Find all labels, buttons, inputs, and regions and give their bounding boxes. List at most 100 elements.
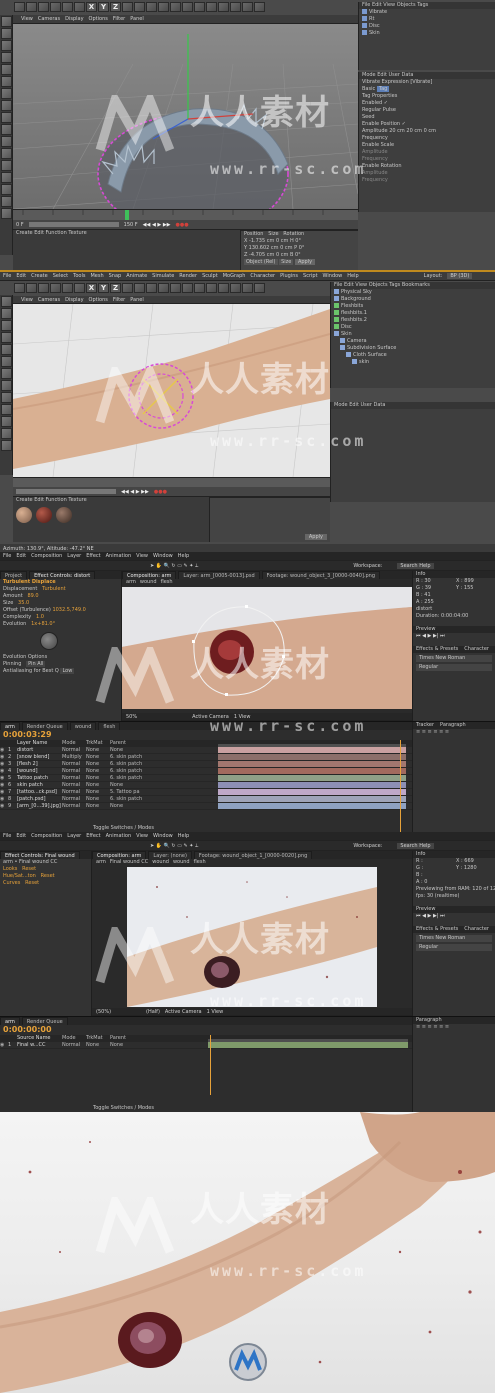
reset-link[interactable]: Reset: [22, 866, 36, 872]
tool-icon[interactable]: [1, 64, 12, 75]
evolution-options[interactable]: Evolution Options: [0, 654, 121, 661]
menu-animation[interactable]: Animation: [106, 833, 132, 839]
layer-name[interactable]: [flesh 2]: [14, 761, 62, 767]
scale-icon[interactable]: [62, 2, 73, 12]
layer-parent-dropdown[interactable]: 6. skin patch: [110, 768, 150, 774]
amplitude-y[interactable]: 20 cm: [406, 128, 422, 134]
frame-slider[interactable]: [16, 489, 116, 494]
attribute-row[interactable]: Enable Scale: [359, 142, 495, 149]
menu-plugins[interactable]: Plugins: [280, 273, 298, 279]
tool-icon[interactable]: [1, 124, 12, 135]
tool-icon[interactable]: [1, 52, 12, 63]
layer-parent-dropdown[interactable]: None: [110, 1042, 150, 1048]
scale-icon[interactable]: [62, 283, 73, 293]
layer-name[interactable]: [tattoo...ck.psd]: [14, 789, 62, 795]
effect-row[interactable]: Curves Reset: [0, 880, 91, 887]
layer-duration-bar[interactable]: [218, 754, 406, 760]
axis-z-button[interactable]: Z: [110, 2, 121, 12]
visibility-eye-icon[interactable]: ◉: [0, 754, 8, 760]
object-row[interactable]: Disc: [359, 23, 495, 30]
crumb[interactable]: Final wound CC: [110, 859, 148, 866]
tab-arm[interactable]: arm: [0, 722, 20, 730]
om-menu-objects[interactable]: Objects: [397, 2, 416, 8]
undo-icon[interactable]: [14, 283, 25, 293]
menu-sculpt[interactable]: Sculpt: [202, 273, 218, 279]
effect-prop[interactable]: Complexity 1.0: [0, 614, 121, 621]
tool-icons[interactable]: ➤ ✋ 🔍 ↻ ▭ ✎ ✦ ⟂: [150, 843, 198, 849]
effect-prop[interactable]: Offset (Turbulence) 1032.5,749.0: [0, 607, 121, 614]
menu-help[interactable]: Help: [178, 553, 189, 559]
tool-icon[interactable]: [1, 356, 12, 367]
cube-icon[interactable]: [170, 283, 181, 293]
info-panel-title[interactable]: Info: [413, 851, 495, 858]
reset-link[interactable]: Reset: [25, 880, 39, 886]
attribute-row[interactable]: Frequency: [359, 156, 495, 163]
effect-prop[interactable]: Size 35.0: [0, 600, 121, 607]
play-controls[interactable]: ◀◀ ◀ ▶ ▶▶: [121, 489, 149, 495]
menu-file[interactable]: File: [3, 273, 11, 279]
axis-y-button[interactable]: Y: [98, 2, 109, 12]
crumb[interactable]: wound: [140, 579, 157, 586]
tab-footage[interactable]: Footage: wound_object_1_[0000-0020].png: [193, 851, 313, 859]
tool-icon[interactable]: [1, 428, 12, 439]
character-tab[interactable]: Character: [461, 646, 489, 653]
object-row[interactable]: Disc: [331, 324, 495, 331]
om-menu-objects[interactable]: Objects: [369, 282, 388, 288]
menu-render[interactable]: Render: [179, 273, 197, 279]
align-buttons[interactable]: ≡ ≡ ≡ ≡ ≡ ≡: [413, 729, 495, 736]
tool-icon[interactable]: [1, 184, 12, 195]
floor-icon[interactable]: [230, 2, 241, 12]
layer-name[interactable]: Final w...CC: [14, 1042, 62, 1048]
camera-icon[interactable]: [242, 2, 253, 12]
deformer-icon[interactable]: [218, 2, 229, 12]
tool-icons[interactable]: ➤ ✋ 🔍 ↻ ▭ ✎ ✦ ⟂: [150, 563, 198, 569]
layer-trkmat-dropdown[interactable]: None: [86, 754, 110, 760]
timeline-ruler[interactable]: [13, 477, 330, 487]
tab-arm[interactable]: arm: [0, 1017, 20, 1025]
mat-menu-texture[interactable]: Texture: [68, 497, 86, 503]
paragraph-tab[interactable]: Paragraph: [437, 722, 466, 729]
toggle-switches-modes[interactable]: Toggle Switches / Modes: [90, 1105, 154, 1112]
tab-layer[interactable]: Layer: arm_[0005-0013].psd: [178, 571, 260, 579]
layer-duration-bar[interactable]: [218, 796, 406, 802]
layer-mode-dropdown[interactable]: Normal: [62, 761, 86, 767]
move-icon[interactable]: [50, 283, 61, 293]
move-icon[interactable]: [50, 2, 61, 12]
layer-name[interactable]: skin patch: [14, 782, 62, 788]
menu-layer[interactable]: Layer: [67, 833, 81, 839]
frame-slider[interactable]: [28, 222, 119, 227]
layer-duration-bar[interactable]: [218, 747, 406, 753]
apply-button[interactable]: Apply: [294, 259, 316, 265]
attribute-row[interactable]: Seed: [359, 114, 495, 121]
tab-effect-controls[interactable]: Effect Controls: Final wound: [0, 851, 80, 859]
tool-icon[interactable]: [1, 148, 12, 159]
tool-icon[interactable]: [1, 76, 12, 87]
object-row[interactable]: skin: [331, 359, 495, 366]
menu-file[interactable]: File: [3, 833, 11, 839]
om-menu-edit[interactable]: Edit: [344, 282, 354, 288]
om-menu-tags[interactable]: Tags: [417, 2, 428, 8]
layer-duration-bar[interactable]: [208, 1042, 408, 1048]
attribute-row[interactable]: Frequency: [359, 177, 495, 184]
object-row[interactable]: Fleshbits: [331, 303, 495, 310]
axis-x-button[interactable]: X: [86, 2, 97, 12]
am-tab-mode[interactable]: Mode: [334, 402, 348, 408]
font-dropdown[interactable]: Times New Roman: [416, 655, 492, 662]
paragraph-tab[interactable]: Paragraph: [413, 1017, 442, 1024]
menu-help[interactable]: Help: [178, 833, 189, 839]
attr-tab-tag[interactable]: Tag: [376, 86, 390, 92]
crumb[interactable]: arm: [126, 579, 136, 586]
layer-name[interactable]: [arm_[0...39].jpg]: [14, 803, 62, 809]
attribute-row[interactable]: Enabled ✓: [359, 100, 495, 107]
toggle-switches-modes[interactable]: Toggle Switches / Modes: [90, 825, 154, 832]
attribute-row[interactable]: Amplitude 20 cm 20 cm 0 cm: [359, 128, 495, 135]
zoom-dropdown[interactable]: 50%: [126, 714, 137, 720]
menu-simulate[interactable]: Simulate: [152, 273, 174, 279]
object-row[interactable]: Rt: [359, 16, 495, 23]
layer-name[interactable]: distort: [14, 747, 62, 753]
tab-composition[interactable]: Composition: arm: [122, 571, 177, 579]
3d-viewport[interactable]: [13, 24, 358, 209]
search-help-input[interactable]: Search Help: [397, 842, 434, 849]
tool-icon[interactable]: [1, 296, 12, 307]
floor-icon[interactable]: [230, 283, 241, 293]
